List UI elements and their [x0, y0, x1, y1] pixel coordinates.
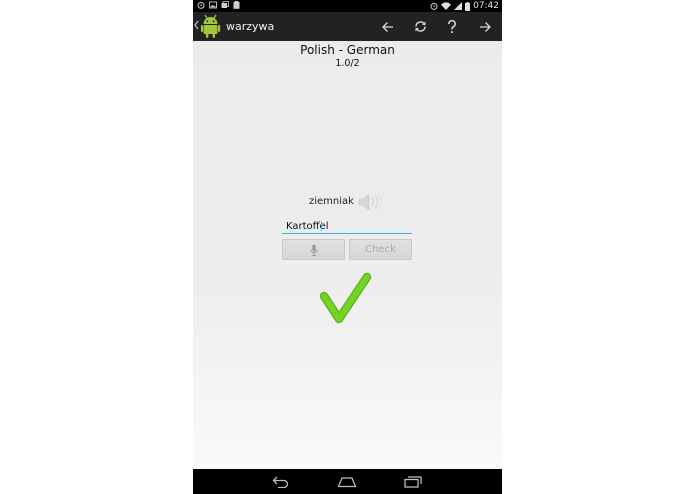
correct-checkmark-icon — [319, 272, 372, 324]
nav-recents-icon — [404, 475, 422, 488]
notification-icons — [197, 1, 240, 9]
navigation-bar — [193, 469, 502, 494]
check-button[interactable]: Check — [349, 239, 412, 260]
previous-button[interactable] — [372, 12, 402, 41]
next-button[interactable] — [470, 12, 500, 41]
action-bar: warzywa — [193, 12, 502, 41]
clock: 07:42 — [473, 1, 499, 11]
photos-icon — [221, 1, 229, 8]
alarm-icon — [430, 2, 438, 10]
nav-home-icon — [337, 476, 357, 487]
question-word: ziemniak — [309, 196, 354, 207]
image-icon — [209, 1, 217, 9]
nav-back-button[interactable] — [261, 469, 301, 494]
wifi-icon — [441, 2, 452, 10]
alarm-icon — [197, 1, 205, 9]
answer-input[interactable] — [282, 219, 412, 234]
app-title: warzywa — [226, 20, 275, 33]
help-button[interactable] — [437, 12, 467, 41]
help-icon — [448, 19, 456, 33]
back-arrow-icon — [381, 21, 393, 32]
voice-input-button[interactable] — [282, 239, 345, 260]
signal-icon — [454, 2, 463, 10]
progress-counter: 1.0/2 — [335, 58, 360, 69]
nav-home-button[interactable] — [327, 469, 367, 494]
system-icons: 07:42 — [430, 0, 499, 12]
nav-back-icon — [272, 476, 289, 488]
text-cursor — [321, 221, 322, 231]
up-caret-icon[interactable] — [194, 20, 199, 30]
microphone-icon — [309, 244, 318, 256]
android-logo-icon[interactable] — [201, 14, 223, 39]
clipboard-icon — [233, 1, 240, 9]
language-pair-title: Polish - German — [300, 43, 395, 57]
battery-icon — [465, 1, 471, 11]
forward-arrow-icon — [479, 21, 491, 32]
device-screen: 07:42 warzywa Polish - German 1.0/2 ziem… — [193, 0, 502, 494]
refresh-button[interactable] — [405, 12, 435, 41]
speaker-icon[interactable] — [357, 192, 385, 212]
nav-recents-button[interactable] — [393, 469, 433, 494]
status-bar: 07:42 — [193, 0, 502, 12]
refresh-icon — [414, 21, 426, 32]
